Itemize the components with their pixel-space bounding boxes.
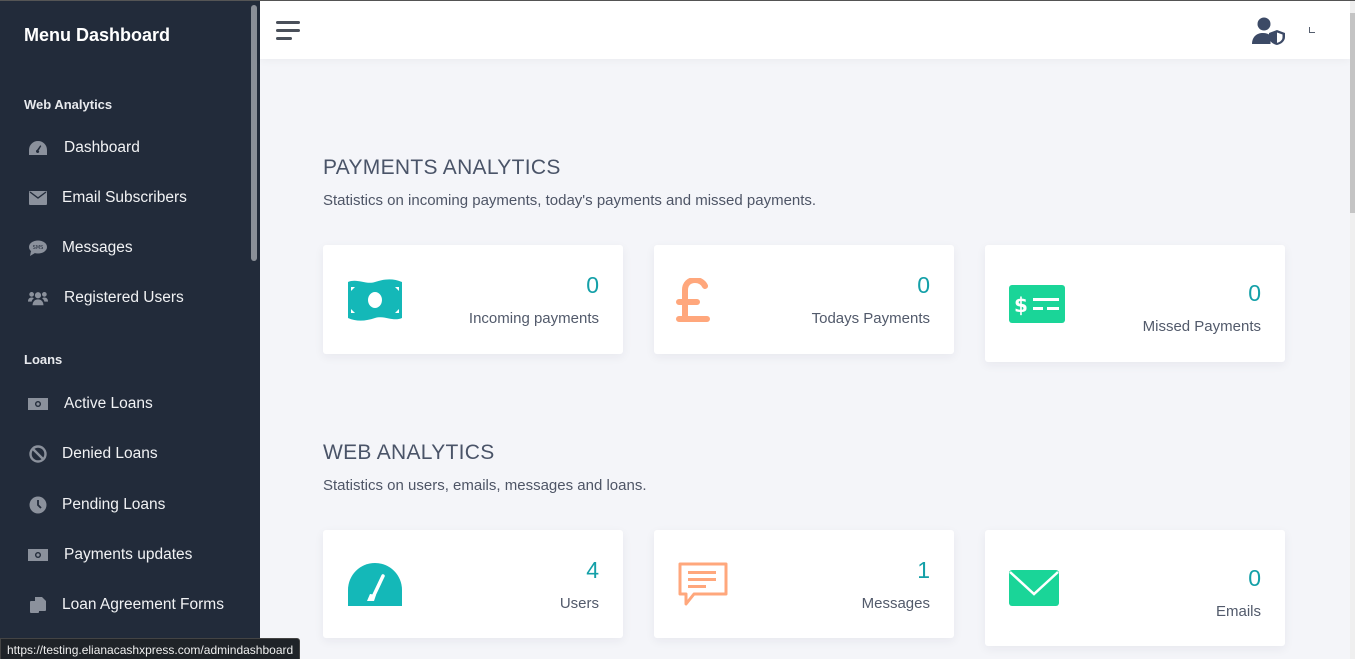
- sidebar-item-label: Loan Agreement Forms: [62, 596, 224, 613]
- money-bill-wave-icon: [347, 278, 403, 327]
- sidebar: Menu Dashboard Web Analytics Dashboard E…: [0, 1, 260, 659]
- hamburger-icon[interactable]: [276, 21, 300, 40]
- sidebar-item-loan-agreement-forms[interactable]: Loan Agreement Forms: [28, 593, 224, 617]
- sidebar-item-denied-loans[interactable]: Denied Loans: [28, 442, 158, 466]
- user-dropdown-caret-icon[interactable]: [1309, 27, 1315, 33]
- svg-text:$: $: [1014, 293, 1028, 317]
- page-scrollbar[interactable]: [1350, 1, 1355, 659]
- todays-payments-card[interactable]: 0 Todays Payments: [654, 245, 954, 354]
- sidebar-item-label: Registered Users: [64, 289, 184, 306]
- sidebar-item-dashboard[interactable]: Dashboard: [28, 136, 140, 160]
- sidebar-item-pending-loans[interactable]: Pending Loans: [28, 493, 165, 517]
- sidebar-section-web-analytics: Web Analytics: [24, 97, 113, 112]
- gauge-icon: [28, 139, 48, 157]
- svg-text:SMS: SMS: [33, 245, 44, 251]
- missed-payments-card[interactable]: $ 0 Missed Payments: [985, 245, 1285, 362]
- sms-bubble-icon: SMS: [28, 239, 48, 257]
- users-icon: [28, 289, 48, 307]
- gauge-icon: [347, 562, 403, 611]
- users-label: Users: [559, 595, 599, 612]
- missed-payments-value: 0: [1248, 280, 1261, 306]
- sidebar-item-messages[interactable]: SMS Messages: [28, 236, 133, 260]
- envelope-icon: [1009, 570, 1059, 611]
- emails-card[interactable]: 0 Emails: [985, 530, 1285, 646]
- sidebar-item-label: Dashboard: [64, 139, 140, 156]
- sidebar-section-loans: Loans: [24, 352, 63, 367]
- page-scrollbar-thumb[interactable]: [1350, 13, 1355, 213]
- clock-icon: [28, 496, 48, 514]
- status-bar-url: https://testing.elianacashxpress.com/adm…: [0, 638, 301, 659]
- sidebar-scrollbar[interactable]: [251, 5, 257, 261]
- missed-payments-label: Missed Payments: [1142, 318, 1261, 335]
- payments-analytics-title: PAYMENTS ANALYTICS: [323, 156, 561, 179]
- messages-value: 1: [917, 557, 930, 583]
- sidebar-item-label: Payments updates: [64, 546, 193, 563]
- messages-label: Messages: [861, 595, 930, 612]
- money-bill-icon: [28, 546, 48, 564]
- topbar: [260, 1, 1350, 59]
- emails-value: 0: [1248, 565, 1261, 591]
- money-check-icon: $: [1009, 285, 1065, 328]
- messages-card[interactable]: 1 Messages: [654, 530, 954, 638]
- sidebar-item-registered-users[interactable]: Registered Users: [28, 286, 184, 310]
- todays-payments-label: Todays Payments: [811, 310, 930, 327]
- comment-alt-icon: [678, 562, 728, 611]
- sidebar-item-label: Pending Loans: [62, 496, 166, 513]
- payments-analytics-description: Statistics on incoming payments, today's…: [323, 192, 817, 209]
- web-analytics-title: WEB ANALYTICS: [323, 441, 495, 464]
- copy-icon: [28, 596, 48, 614]
- web-analytics-description: Statistics on users, emails, messages an…: [323, 477, 647, 494]
- incoming-payments-label: Incoming payments: [468, 310, 599, 327]
- sidebar-item-label: Active Loans: [64, 395, 153, 412]
- users-card[interactable]: 4 Users: [323, 530, 623, 638]
- sidebar-brand: Menu Dashboard: [24, 25, 171, 45]
- users-value: 4: [586, 557, 599, 583]
- sidebar-item-active-loans[interactable]: Active Loans: [28, 392, 153, 416]
- envelope-icon: [28, 189, 48, 207]
- ban-icon: [28, 445, 48, 463]
- incoming-payments-card[interactable]: 0 Incoming payments: [323, 245, 623, 354]
- sidebar-item-email-subscribers[interactable]: Email Subscribers: [28, 186, 187, 210]
- pound-sign-icon: [676, 276, 710, 327]
- sidebar-item-label: Denied Loans: [62, 445, 158, 462]
- sidebar-item-payments-updates[interactable]: Payments updates: [28, 543, 192, 567]
- todays-payments-value: 0: [917, 272, 930, 298]
- emails-label: Emails: [1215, 603, 1261, 620]
- incoming-payments-value: 0: [586, 272, 599, 298]
- money-bill-icon: [28, 395, 48, 413]
- sidebar-item-label: Email Subscribers: [62, 189, 187, 206]
- user-shield-icon[interactable]: [1252, 17, 1286, 50]
- sidebar-item-label: Messages: [62, 239, 133, 256]
